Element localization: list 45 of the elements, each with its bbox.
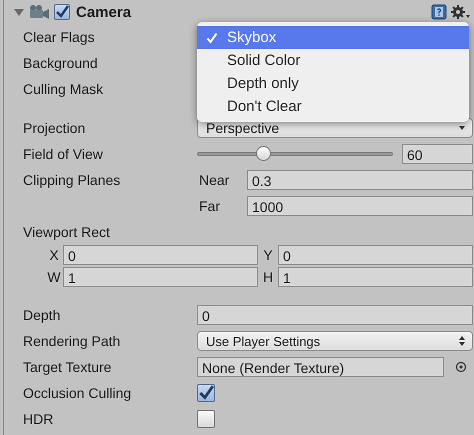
property-label: Depth — [23, 307, 62, 323]
caret-icon — [458, 124, 466, 132]
property-label: Viewport Rect — [23, 224, 111, 240]
enable-checkbox[interactable] — [54, 4, 70, 20]
up-down-arrow-icon — [458, 335, 466, 347]
number-field[interactable]: 0.3 — [247, 170, 473, 190]
property-label: Clipping Planes — [23, 172, 122, 188]
field-label: X — [48, 247, 60, 263]
number-field[interactable]: 0 — [63, 245, 258, 265]
property-label: Rendering Path — [23, 333, 122, 349]
number-field[interactable]: 1000 — [247, 196, 473, 216]
dropdown[interactable]: Use Player Settings — [197, 331, 473, 351]
slider-thumb[interactable] — [256, 146, 271, 161]
check-icon — [206, 32, 218, 44]
menu-item[interactable]: Solid Color — [197, 49, 469, 72]
number-field[interactable]: 1 — [278, 267, 473, 287]
field-label: Y — [262, 247, 274, 263]
field-label: H — [262, 269, 274, 285]
help-icon[interactable] — [431, 4, 447, 20]
number-field[interactable]: 0 — [197, 305, 473, 325]
checkbox[interactable] — [197, 410, 215, 428]
foldout-arrow-icon[interactable] — [14, 7, 24, 17]
object-picker-icon[interactable] — [455, 361, 467, 373]
camera-icon — [28, 4, 50, 20]
property-label: Projection — [23, 120, 86, 136]
number-field[interactable]: 1 — [63, 267, 258, 287]
property-label: Occlusion Culling — [23, 385, 132, 401]
menu-item[interactable]: Depth only — [197, 72, 469, 95]
property-label: Clear Flags — [23, 29, 96, 45]
menu-item[interactable]: Don't Clear — [197, 95, 469, 118]
field-label: Far — [198, 198, 221, 214]
number-field[interactable]: 60 — [402, 144, 473, 164]
menu-item[interactable]: Skybox — [197, 26, 469, 49]
number-field[interactable]: 0 — [278, 245, 473, 265]
checkbox[interactable] — [197, 384, 215, 402]
settings-icon[interactable] — [451, 4, 471, 20]
property-label: Field of View — [23, 146, 104, 162]
property-label: HDR — [23, 411, 54, 427]
object-field[interactable]: None (Render Texture) — [197, 357, 444, 377]
component-title: Camera — [76, 4, 132, 20]
property-label: Background — [23, 55, 99, 71]
field-label: Near — [198, 172, 230, 188]
field-label: W — [46, 269, 62, 285]
property-label: Target Texture — [23, 359, 112, 375]
property-label: Culling Mask — [23, 81, 104, 97]
